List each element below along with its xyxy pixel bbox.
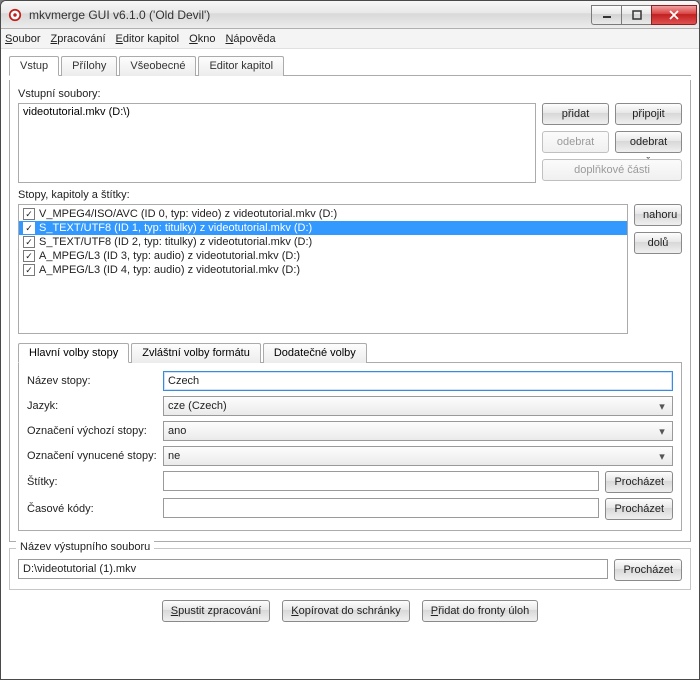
tags-label: Štítky: xyxy=(27,476,157,488)
input-files-list[interactable]: videotutorial.mkv (D:\) xyxy=(18,103,536,183)
remove-button[interactable]: odebrat xyxy=(542,131,609,153)
add-button[interactable]: přidat xyxy=(542,103,609,125)
track-opts-tabstrip: Hlavní volby stopy Zvláštní volby formát… xyxy=(18,342,682,363)
up-button[interactable]: nahoru xyxy=(634,204,682,226)
minimize-button[interactable] xyxy=(591,5,621,25)
maximize-button[interactable] xyxy=(621,5,651,25)
tags-input[interactable] xyxy=(163,471,599,491)
language-select[interactable]: cze (Czech)▾ xyxy=(163,396,673,416)
tab-input[interactable]: Vstup xyxy=(9,56,59,76)
default-flag-select[interactable]: ano▾ xyxy=(163,421,673,441)
track-name-input[interactable] xyxy=(163,371,673,391)
tab-input-body: Vstupní soubory: videotutorial.mkv (D:\)… xyxy=(9,80,691,542)
forced-flag-select[interactable]: ne▾ xyxy=(163,446,673,466)
app-icon xyxy=(7,7,23,23)
remove-all-button[interactable]: odebrat vše xyxy=(615,131,682,153)
track-text: A_MPEG/L3 (ID 4, typ: audio) z videotuto… xyxy=(39,264,300,276)
append-button[interactable]: připojit xyxy=(615,103,682,125)
track-checkbox[interactable]: ✓ xyxy=(23,222,35,234)
tracks-label: Stopy, kapitoly a štítky: xyxy=(18,189,682,201)
window-controls xyxy=(591,5,697,25)
track-row[interactable]: ✓ A_MPEG/L3 (ID 4, typ: audio) z videotut… xyxy=(19,263,627,277)
track-name-label: Název stopy: xyxy=(27,375,157,387)
track-checkbox[interactable]: ✓ xyxy=(23,208,35,220)
copy-to-clipboard-button[interactable]: Kopírovat do schránky xyxy=(282,600,409,622)
menu-zpracovani[interactable]: Zpracování xyxy=(50,33,105,45)
client-area: Vstup Přílohy Všeobecné Editor kapitol V… xyxy=(1,49,699,630)
default-flag-label: Označení výchozí stopy: xyxy=(27,425,157,437)
titlebar[interactable]: mkvmerge GUI v6.1.0 ('Old Devil') xyxy=(1,1,699,29)
track-tab-extra[interactable]: Dodatečné volby xyxy=(263,343,367,363)
track-row[interactable]: ✓ V_MPEG4/ISO/AVC (ID 0, typ: video) z vi… xyxy=(19,207,627,221)
browse-timecodes-button[interactable]: Procházet xyxy=(605,498,673,520)
menu-okno[interactable]: Okno xyxy=(189,33,215,45)
down-button[interactable]: dolů xyxy=(634,232,682,254)
track-checkbox[interactable]: ✓ xyxy=(23,264,35,276)
track-row[interactable]: ✓ S_TEXT/UTF8 (ID 2, typ: titulky) z vide… xyxy=(19,235,627,249)
browse-output-button[interactable]: Procházet xyxy=(614,559,682,581)
input-file-item[interactable]: videotutorial.mkv (D:\) xyxy=(23,106,531,118)
track-opts-body: Název stopy: Jazyk: cze (Czech)▾ Označen… xyxy=(18,363,682,531)
menu-editor[interactable]: Editor kapitol xyxy=(116,33,180,45)
track-text: S_TEXT/UTF8 (ID 2, typ: titulky) z video… xyxy=(39,236,312,248)
track-text: S_TEXT/UTF8 (ID 1, typ: titulky) z video… xyxy=(39,222,312,234)
menu-napoveda[interactable]: Nápověda xyxy=(225,33,275,45)
track-tab-format[interactable]: Zvláštní volby formátu xyxy=(131,343,261,363)
output-label: Název výstupního souboru xyxy=(16,541,154,553)
browse-tags-button[interactable]: Procházet xyxy=(605,471,673,493)
timecodes-label: Časové kódy: xyxy=(27,503,157,515)
forced-flag-label: Označení vynucené stopy: xyxy=(27,450,157,462)
tab-attachments[interactable]: Přílohy xyxy=(61,56,117,76)
tab-chapters[interactable]: Editor kapitol xyxy=(198,56,284,76)
track-checkbox[interactable]: ✓ xyxy=(23,250,35,262)
timecodes-input[interactable] xyxy=(163,498,599,518)
output-filename-input[interactable] xyxy=(18,559,608,579)
add-to-queue-button[interactable]: Přidat do fronty úloh xyxy=(422,600,538,622)
chevron-down-icon: ▾ xyxy=(654,450,670,463)
tracks-list[interactable]: ✓ V_MPEG4/ISO/AVC (ID 0, typ: video) z vi… xyxy=(18,204,628,334)
track-tab-main[interactable]: Hlavní volby stopy xyxy=(18,343,129,363)
track-checkbox[interactable]: ✓ xyxy=(23,236,35,248)
track-row[interactable]: ✓ A_MPEG/L3 (ID 3, typ: audio) z videotut… xyxy=(19,249,627,263)
main-tabstrip: Vstup Přílohy Všeobecné Editor kapitol xyxy=(9,55,691,76)
menubar: Soubor Zpracování Editor kapitol Okno Ná… xyxy=(1,29,699,49)
language-label: Jazyk: xyxy=(27,400,157,412)
close-button[interactable] xyxy=(651,5,697,25)
input-files-label: Vstupní soubory: xyxy=(18,88,682,100)
output-groupbox: Název výstupního souboru Procházet xyxy=(9,548,691,590)
track-text: A_MPEG/L3 (ID 3, typ: audio) z videotuto… xyxy=(39,250,300,262)
track-text: V_MPEG4/ISO/AVC (ID 0, typ: video) z vid… xyxy=(39,208,337,220)
track-row[interactable]: ✓ S_TEXT/UTF8 (ID 1, typ: titulky) z vide… xyxy=(19,221,627,235)
menu-soubor[interactable]: Soubor xyxy=(5,33,40,45)
main-window: mkvmerge GUI v6.1.0 ('Old Devil') Soubor… xyxy=(0,0,700,680)
bottom-buttons: Spustit zpracování Kopírovat do schránky… xyxy=(9,600,691,622)
start-muxing-button[interactable]: Spustit zpracování xyxy=(162,600,271,622)
chevron-down-icon: ▾ xyxy=(654,400,670,413)
chevron-down-icon: ▾ xyxy=(654,425,670,438)
window-title: mkvmerge GUI v6.1.0 ('Old Devil') xyxy=(29,8,591,22)
add-parts-button[interactable]: doplňkové části xyxy=(542,159,682,181)
tab-global[interactable]: Všeobecné xyxy=(119,56,196,76)
